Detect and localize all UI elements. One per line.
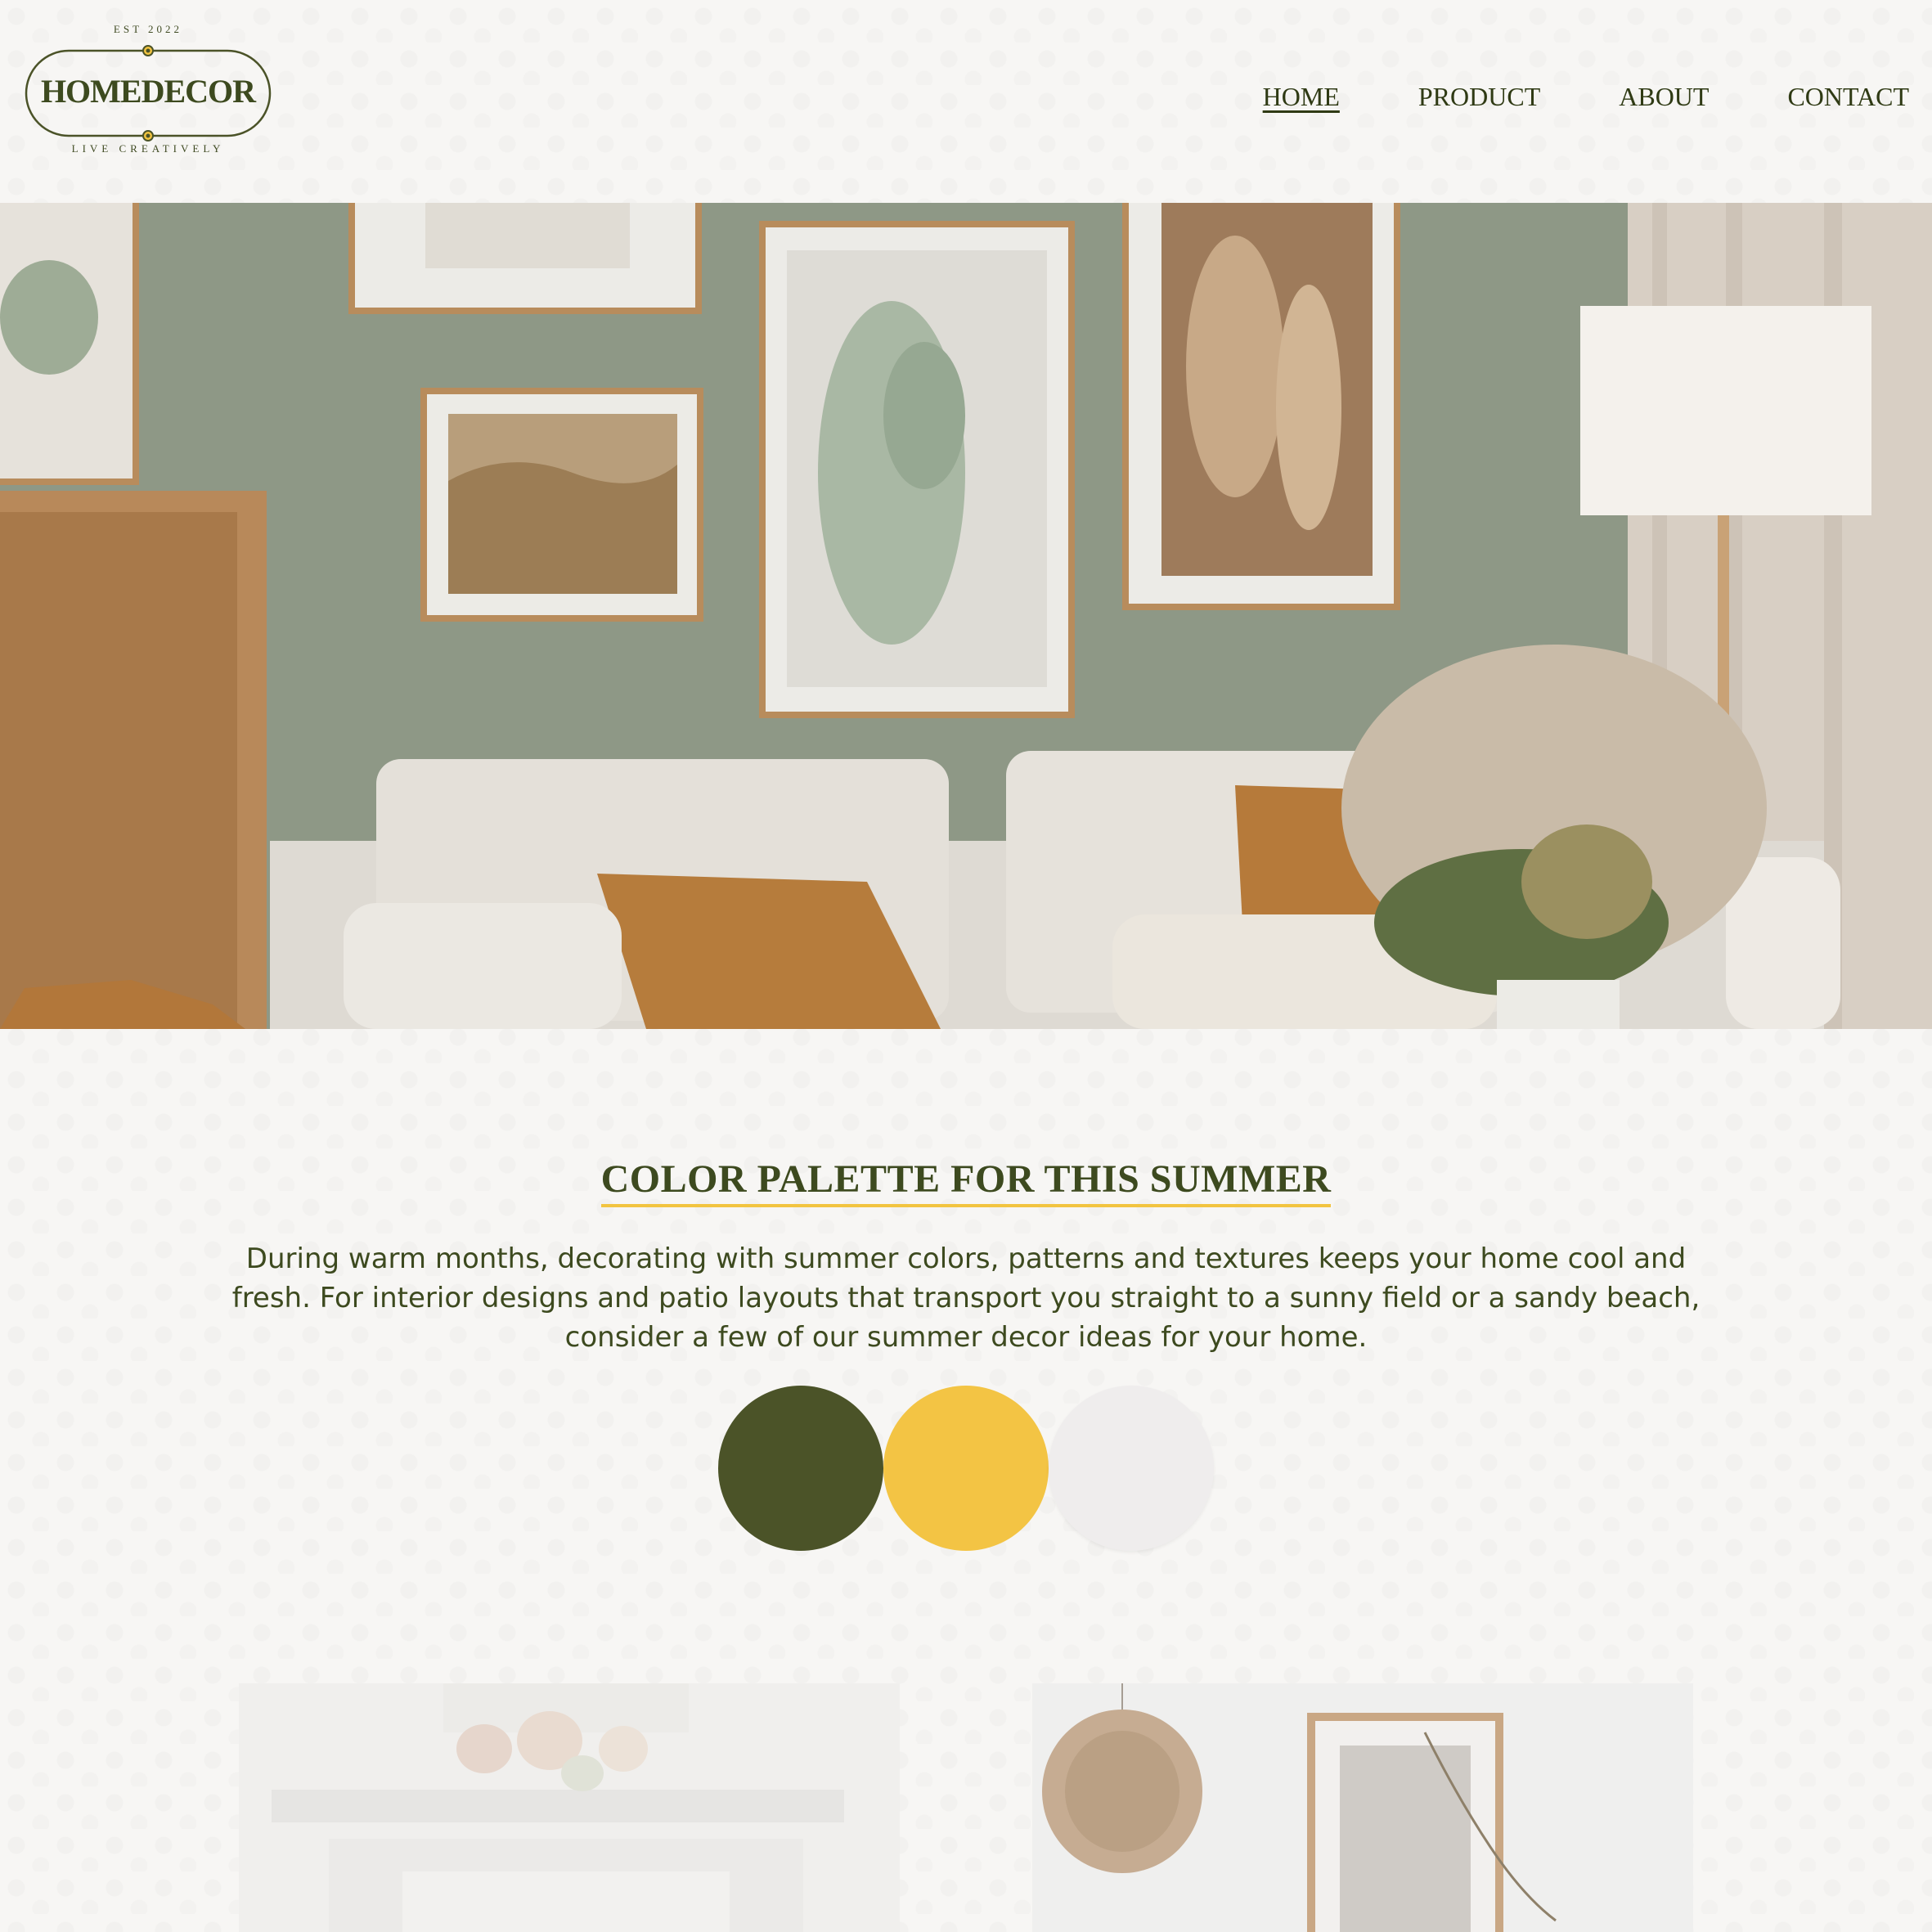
swatch-yellow: [883, 1386, 1049, 1551]
logo-tagline: LIVE CREATIVELY: [71, 142, 225, 155]
nav-home[interactable]: HOME: [1263, 82, 1340, 112]
palette-title-text: COLOR PALETTE FOR THIS SUMMER: [600, 1157, 1332, 1207]
swatch-olive: [718, 1386, 883, 1551]
brand-logo[interactable]: EST 2022 HOMEDECOR LIVE CREATIVELY: [23, 23, 273, 170]
nav-product[interactable]: PRODUCT: [1418, 82, 1540, 112]
gallery-image-fireplace[interactable]: [239, 1683, 900, 1932]
swatch-light-gray: [1049, 1386, 1214, 1551]
logo-est: EST 2022: [113, 23, 183, 35]
nav-contact[interactable]: CONTACT: [1787, 82, 1909, 112]
site-header: EST 2022 HOMEDECOR LIVE CREATIVELY HOME …: [0, 0, 1932, 203]
hero-living-room-illustration: [0, 203, 1932, 1029]
pendant-illustration: [1032, 1683, 1693, 1932]
nav-about[interactable]: ABOUT: [1619, 82, 1709, 112]
gallery-image-pendant[interactable]: [1032, 1683, 1693, 1932]
main-nav: HOME PRODUCT ABOUT CONTACT: [1263, 82, 1909, 112]
palette-description: During warm months, decorating with summ…: [231, 1242, 1701, 1354]
hero-image: [0, 203, 1932, 1029]
logo-wordmark: HOMEDECOR: [40, 73, 256, 110]
palette-section-title: COLOR PALETTE FOR THIS SUMMER: [0, 1157, 1932, 1207]
fireplace-illustration: [239, 1683, 900, 1932]
color-swatches: [718, 1386, 1214, 1552]
